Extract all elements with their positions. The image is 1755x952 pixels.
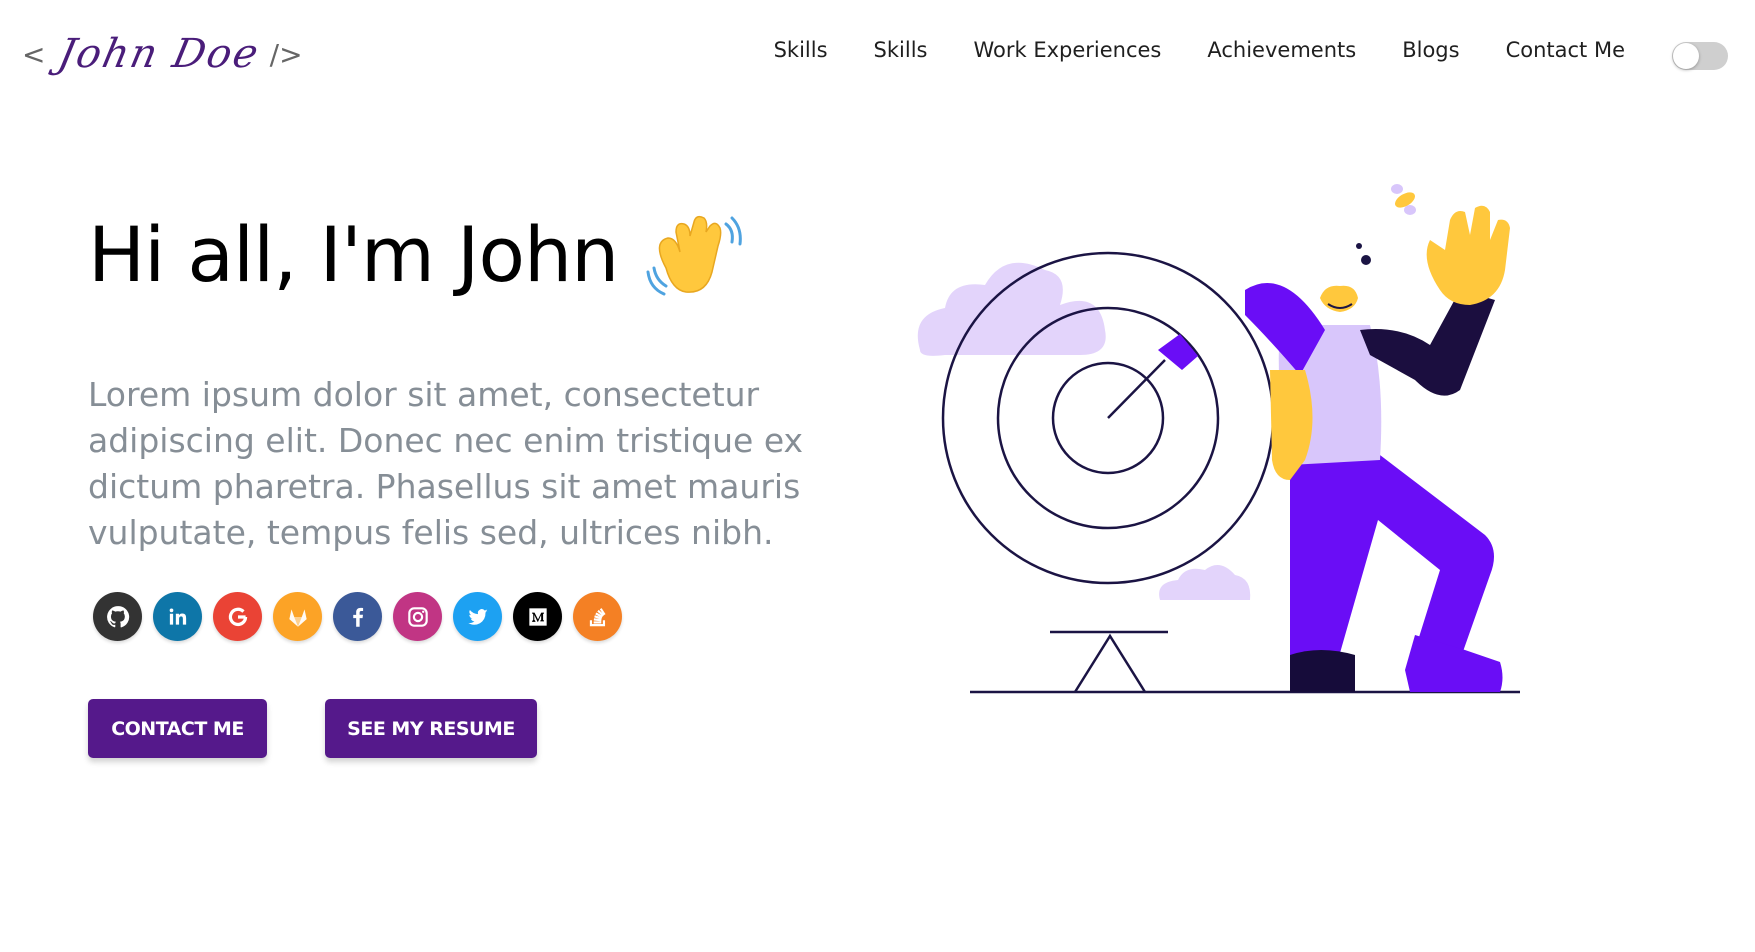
logo-signature: John Doe (54, 31, 265, 77)
nav-skills-2[interactable]: Skills (874, 38, 928, 62)
person-right-arm (1360, 290, 1495, 396)
waving-hand-icon (646, 215, 743, 295)
twitter-icon (467, 608, 488, 625)
logo[interactable]: < John Doe /> (22, 24, 303, 84)
theme-toggle[interactable] (1672, 42, 1728, 70)
cloud-large (917, 262, 1106, 356)
nav-achievements[interactable]: Achievements (1207, 38, 1356, 62)
nav-blogs[interactable]: Blogs (1402, 38, 1459, 62)
linkedin-link[interactable] (153, 592, 202, 641)
person-hand (1426, 205, 1510, 305)
nav-skills[interactable]: Skills (774, 38, 828, 62)
facebook-link[interactable] (333, 592, 382, 641)
medium-icon (528, 607, 547, 626)
greeting-text: Hi all, I'm John (88, 210, 619, 299)
facebook-icon (352, 607, 363, 627)
dart-arrow (1158, 334, 1198, 370)
nav-work-experiences[interactable]: Work Experiences (973, 38, 1161, 62)
twitter-link[interactable] (453, 592, 502, 641)
stackoverflow-link[interactable] (573, 592, 622, 641)
theme-toggle-knob (1673, 43, 1699, 69)
main-nav: Skills Skills Work Experiences Achieveme… (774, 38, 1625, 62)
greeting-heading: Hi all, I'm John (88, 210, 743, 299)
gitlab-link[interactable] (273, 592, 322, 641)
stackoverflow-icon (589, 607, 606, 626)
contact-me-button[interactable]: CONTACT ME (88, 699, 267, 758)
see-resume-button[interactable]: SEE MY RESUME (325, 699, 537, 758)
social-links (93, 592, 622, 641)
github-icon (106, 605, 129, 627)
google-icon (228, 607, 247, 626)
medium-link[interactable] (513, 592, 562, 641)
instagram-icon (407, 606, 428, 627)
logo-close-bracket: /> (269, 37, 303, 71)
linkedin-icon (169, 608, 186, 625)
nav-contact-me[interactable]: Contact Me (1506, 38, 1625, 62)
person-legs (1290, 455, 1494, 660)
google-link[interactable] (213, 592, 262, 641)
logo-open-bracket: < (22, 37, 46, 71)
github-link[interactable] (93, 592, 142, 641)
instagram-link[interactable] (393, 592, 442, 641)
gitlab-icon (288, 608, 307, 627)
hero-illustration (917, 184, 1520, 694)
intro-paragraph: Lorem ipsum dolor sit amet, consectetur … (88, 375, 804, 552)
